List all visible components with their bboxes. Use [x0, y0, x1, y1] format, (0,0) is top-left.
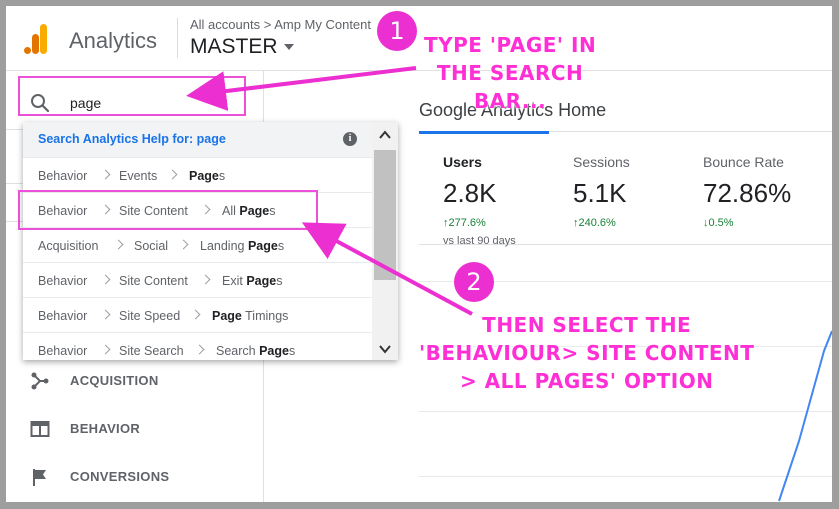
step2-instruction: THEN SELECT THE 'BEHAVIOUR> SITE CONTENT…	[419, 313, 755, 393]
step1-instruction: TYPE 'PAGE' IN THE SEARCH BAR...	[424, 33, 597, 113]
screenshot-frame: Analytics All accounts > Amp My Content …	[6, 6, 832, 502]
step-badge-2: 2	[454, 262, 494, 302]
step-badge-1: 1	[377, 11, 417, 51]
arrow-to-all-pages-option	[301, 222, 473, 316]
annotation-arrows	[186, 66, 473, 316]
arrow-to-search-bar	[186, 66, 417, 111]
